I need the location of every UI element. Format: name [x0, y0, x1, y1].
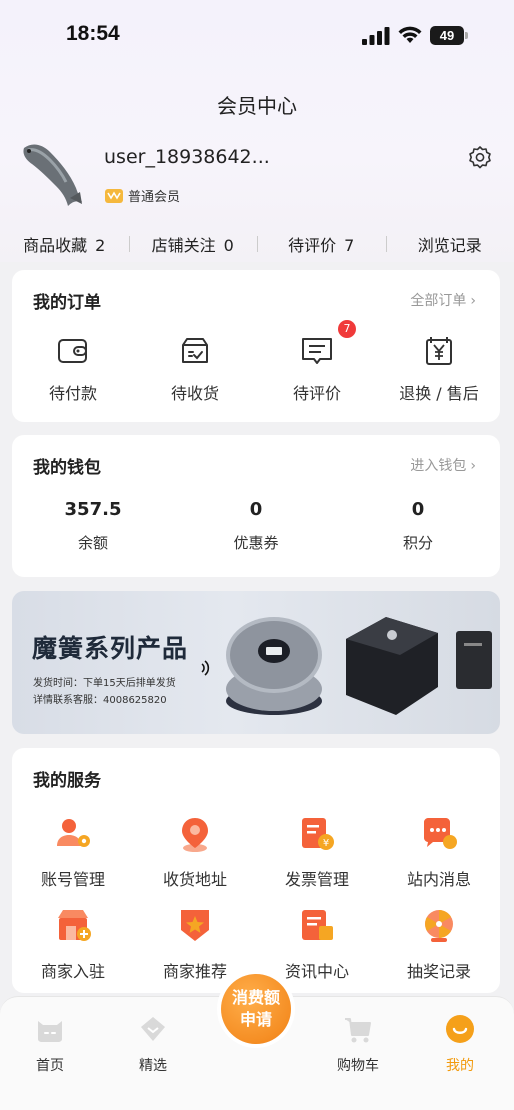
account-settings-icon [57, 819, 90, 847]
fab-line-1: 消费额 [231, 988, 280, 1007]
status-time: 18:54 [66, 22, 120, 45]
wallet-title: 我的钱包 [33, 458, 101, 478]
service-invoice[interactable]: ¥ 发票管理 [256, 814, 378, 890]
consumption-apply-button[interactable]: 消费额 申请 [217, 970, 295, 1048]
wallet-points[interactable]: 0 积分 [358, 499, 478, 553]
order-pending-receipt[interactable]: 待收货 [134, 334, 256, 404]
avatar[interactable] [18, 140, 86, 208]
page-title: 会员中心 [217, 94, 297, 118]
wifi-icon [398, 26, 422, 43]
wallet-coupons[interactable]: 0 优惠券 [196, 499, 316, 553]
sound-wave-icon [201, 660, 210, 676]
stat-favorites[interactable]: 商品收藏 2 [0, 232, 129, 258]
chevron-right-icon: › [470, 458, 476, 474]
orders-card: 我的订单 全部订单 › 待付款 待收货 待评价 退换 / 售后 7 [12, 270, 500, 422]
stats-row: 商品收藏 2 店铺关注 0 待评价 7 浏览记录 [0, 232, 514, 258]
battery-icon: 49 [430, 26, 468, 45]
cart-icon [345, 1018, 371, 1043]
wallet-icon [58, 339, 87, 363]
service-merchant-join[interactable]: 商家入驻 [12, 906, 134, 982]
tab-cart[interactable]: 购物车 [323, 1013, 393, 1075]
profile-icon [446, 1015, 474, 1043]
banner-contact-note: 详情联系客服：4008625820 [33, 695, 167, 706]
pending-review-badge: 7 [338, 320, 356, 338]
gear-icon[interactable] [467, 145, 493, 171]
service-news[interactable]: 资讯中心 [256, 906, 378, 982]
service-messages[interactable]: 站内消息 [378, 814, 500, 890]
comment-icon [302, 338, 332, 364]
all-orders-link[interactable]: 全部订单 › [410, 290, 476, 310]
lottery-icon [425, 910, 453, 942]
service-account[interactable]: 账号管理 [12, 814, 134, 890]
recommend-badge-icon [181, 910, 209, 941]
stat-followed-stores[interactable]: 店铺关注 0 [128, 232, 258, 258]
fab-line-2: 申请 [239, 1010, 272, 1029]
status-bar: 18:54 49 [0, 0, 514, 70]
refund-icon [426, 337, 452, 365]
service-lottery[interactable]: 抽奖记录 [378, 906, 500, 982]
tab-featured[interactable]: 精选 [118, 1013, 188, 1075]
tab-home[interactable]: 首页 [15, 1013, 85, 1075]
service-address[interactable]: 收货地址 [134, 814, 256, 890]
orders-title: 我的订单 [33, 293, 101, 313]
package-icon [182, 338, 208, 363]
chevron-right-icon: › [470, 293, 476, 309]
member-badge[interactable]: 普通会员 [105, 186, 180, 205]
tab-profile[interactable]: 我的 [425, 1013, 495, 1075]
wallet-card: 我的钱包 进入钱包 › 357.5 余额 0 优惠券 0 积分 [12, 435, 500, 577]
signal-icon [362, 27, 390, 45]
home-cat-icon [38, 1021, 62, 1042]
banner-shipping-note: 发货时间：下单15天后排单发货 [33, 678, 176, 689]
invoice-icon: ¥ [302, 818, 334, 850]
enter-wallet-link[interactable]: 进入钱包 › [410, 455, 476, 475]
location-pin-icon [182, 818, 208, 852]
username[interactable]: user_18938642... [104, 146, 270, 168]
services-title: 我的服务 [33, 771, 101, 791]
order-returns[interactable]: 退换 / 售后 [378, 334, 500, 404]
crown-icon [105, 188, 123, 203]
banner-title: 魔簧系列产品 [32, 634, 189, 663]
services-card: 我的服务 账号管理 收货地址 ¥ 发票管理 站内消息 商家入驻 商家推荐 资讯中… [12, 748, 500, 993]
order-pending-payment[interactable]: 待付款 [12, 334, 134, 404]
store-join-icon [58, 910, 91, 941]
order-pending-review[interactable]: 待评价 [256, 334, 378, 404]
wallet-balance[interactable]: 357.5 余额 [33, 499, 153, 553]
message-icon [424, 818, 457, 849]
svg-text:¥: ¥ [323, 838, 329, 849]
promo-banner[interactable]: 魔簧系列产品 发货时间：下单15天后排单发货 详情联系客服：4008625820 [12, 591, 500, 734]
member-level: 普通会员 [128, 190, 181, 205]
news-icon [302, 910, 333, 940]
featured-icon [141, 1017, 165, 1041]
product-image [226, 617, 492, 715]
stat-browse-history[interactable]: 浏览记录 [385, 232, 514, 258]
stat-pending-reviews[interactable]: 待评价 7 [257, 232, 386, 258]
service-merchant-recommend[interactable]: 商家推荐 [134, 906, 256, 982]
battery-level: 49 [430, 26, 464, 45]
